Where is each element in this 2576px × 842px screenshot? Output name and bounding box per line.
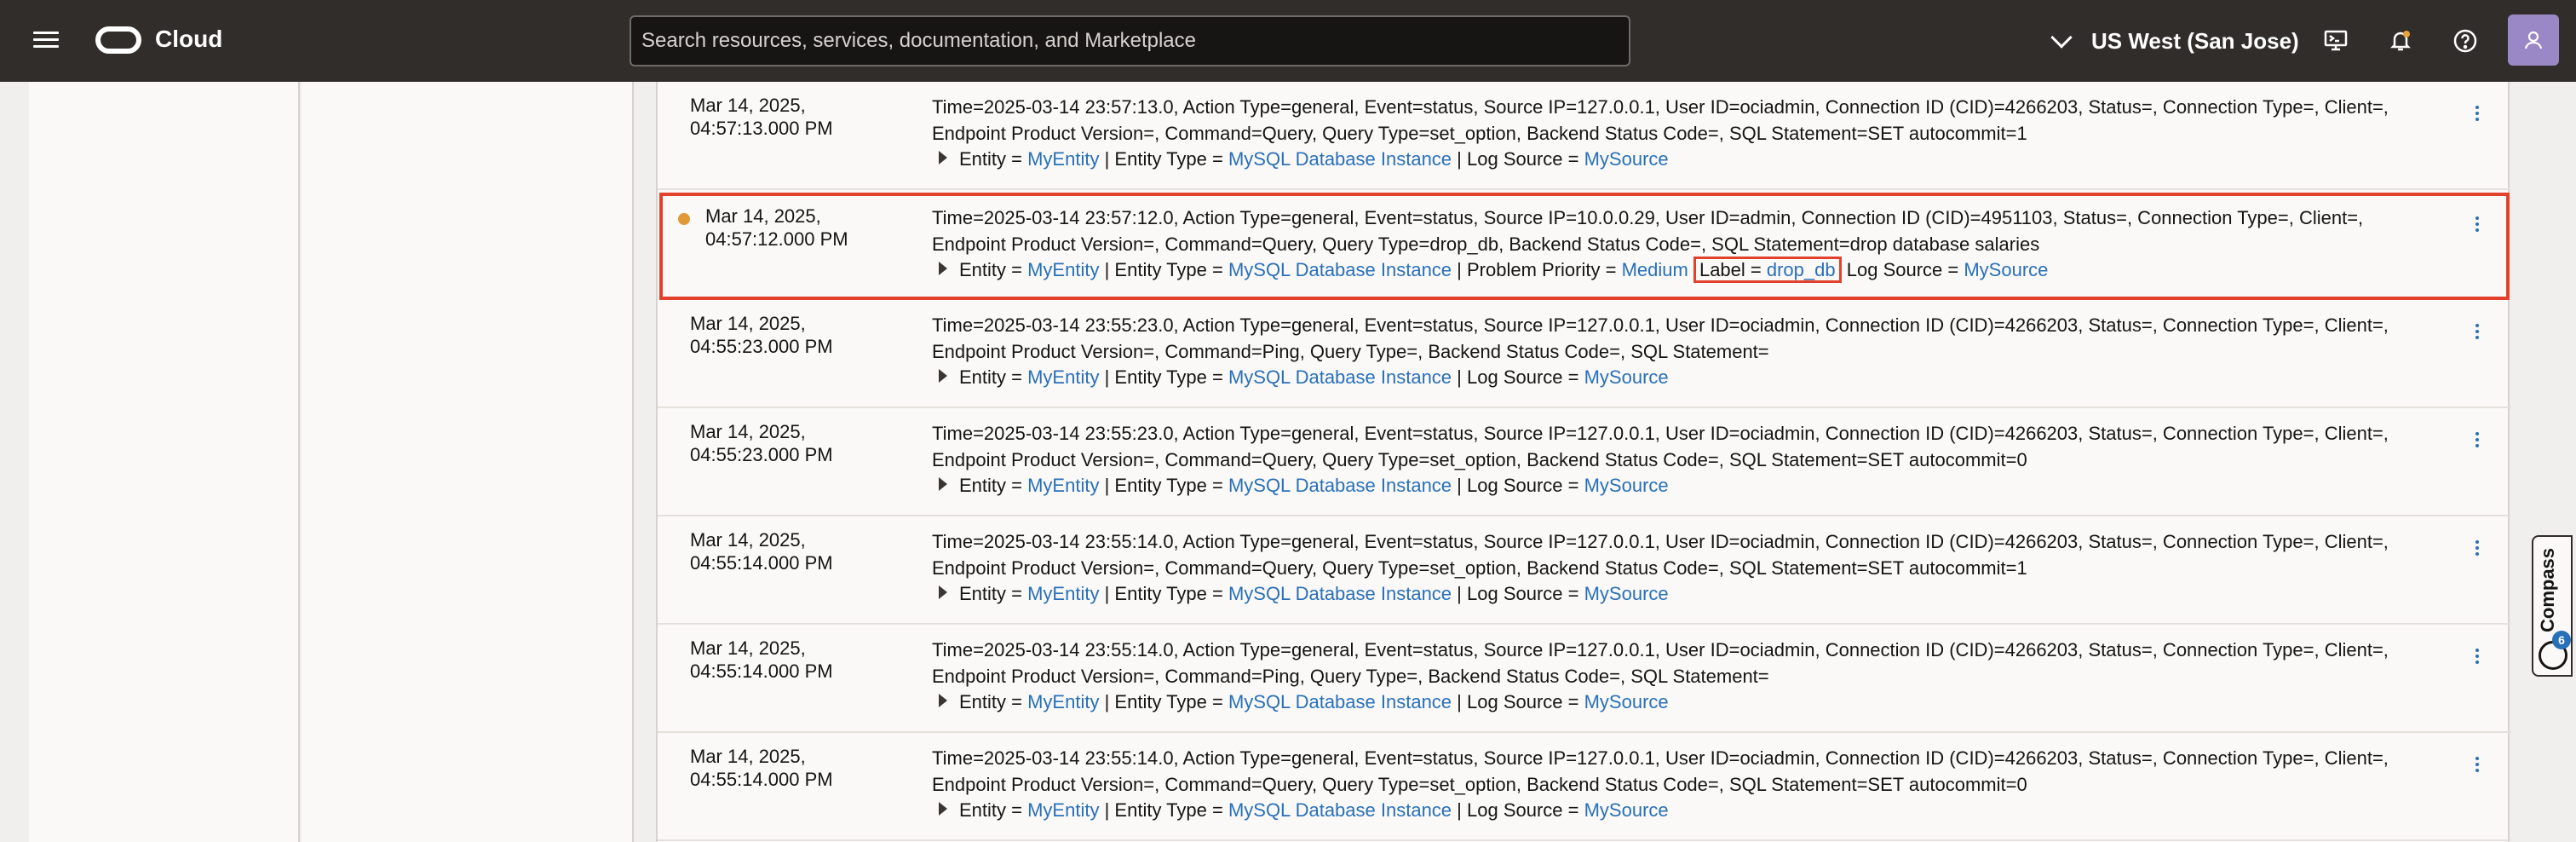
expand-caret-icon[interactable] [939, 262, 947, 275]
log-records-table: Mar 14, 2025, 04:57:13.000 PM Time=2025-0… [656, 82, 2511, 842]
row-actions-icon[interactable] [2472, 324, 2482, 348]
search-bar[interactable] [630, 15, 1630, 66]
oracle-logo[interactable] [95, 26, 141, 54]
entity-type-link[interactable]: MySQL Database Instance [1228, 259, 1452, 280]
log-message: Time=2025-03-14 23:55:23.0, Action Type=… [932, 423, 2389, 470]
record-time: Mar 14, 2025, 04:55:14.000 PM [690, 637, 833, 682]
record-fields: Entity = MyEntity | Entity Type = MySQL … [939, 798, 1669, 823]
compass-tab[interactable]: Compass 6 [2532, 535, 2573, 677]
table-row[interactable]: Mar 14, 2025, 04:57:13.000 PM Time=2025-0… [658, 82, 2511, 190]
entity-type-link[interactable]: MySQL Database Instance [1228, 366, 1452, 388]
label-highlight-box: Label = drop_db [1693, 257, 1842, 283]
chevron-down-icon [2050, 26, 2073, 49]
entity-link[interactable]: MyEntity [1027, 799, 1099, 821]
row-actions-icon[interactable] [2472, 432, 2482, 456]
record-time: Mar 14, 2025, 04:55:14.000 PM [690, 529, 833, 574]
log-source-link[interactable]: MySource [1584, 691, 1669, 712]
log-message: Time=2025-03-14 23:55:14.0, Action Type=… [932, 531, 2389, 579]
entity-type-link[interactable]: MySQL Database Instance [1228, 148, 1452, 170]
label-link[interactable]: drop_db [1767, 259, 1836, 280]
log-source-link[interactable]: MySource [1584, 799, 1669, 821]
entity-link[interactable]: MyEntity [1027, 259, 1099, 280]
log-message: Time=2025-03-14 23:57:13.0, Action Type=… [932, 96, 2389, 144]
log-source-link[interactable]: MySource [1964, 259, 2048, 280]
table-row-highlighted[interactable]: Mar 14, 2025, 04:57:12.000 PM Time=2025-0… [659, 193, 2510, 300]
entity-link[interactable]: MyEntity [1027, 691, 1099, 712]
entity-type-link[interactable]: MySQL Database Instance [1228, 583, 1452, 604]
log-message: Time=2025-03-14 23:55:14.0, Action Type=… [932, 639, 2389, 687]
expand-caret-icon[interactable] [939, 477, 947, 491]
entity-link[interactable]: MyEntity [1027, 366, 1099, 388]
record-fields: Entity = MyEntity | Entity Type = MySQL … [939, 147, 1669, 172]
entity-link[interactable]: MyEntity [1027, 475, 1099, 496]
log-source-link[interactable]: MySource [1584, 583, 1669, 604]
log-source-link[interactable]: MySource [1584, 475, 1669, 496]
menu-icon[interactable] [31, 28, 61, 54]
expand-caret-icon[interactable] [939, 369, 947, 383]
log-source-link[interactable]: MySource [1584, 148, 1669, 170]
problem-priority-dot-icon [678, 213, 690, 225]
brand-name[interactable]: Cloud [155, 26, 222, 53]
record-time: Mar 14, 2025, 04:55:14.000 PM [690, 746, 833, 790]
table-row[interactable]: Mar 14, 2025, 04:55:14.000 PM Time=2025-0… [658, 516, 2511, 625]
middle-panel [302, 82, 632, 842]
user-icon [2524, 31, 2543, 49]
row-actions-icon[interactable] [2472, 106, 2482, 130]
row-actions-icon[interactable] [2472, 757, 2482, 781]
table-row[interactable]: Mar 14, 2025, 04:55:14.000 PM Time=2025-0… [658, 625, 2511, 733]
problem-priority-link[interactable]: Medium [1622, 259, 1688, 280]
record-fields: Entity = MyEntity | Entity Type = MySQL … [939, 689, 1669, 715]
left-panel [29, 82, 300, 842]
record-fields: Entity = MyEntity | Entity Type = MySQL … [939, 365, 1669, 390]
notifications-icon[interactable] [2385, 26, 2416, 56]
record-fields: Entity = MyEntity | Entity Type = MySQL … [939, 473, 1669, 499]
compass-badge: 6 [2552, 631, 2571, 649]
table-row[interactable]: Mar 14, 2025, 04:55:23.000 PM Time=2025-0… [658, 408, 2511, 516]
cloud-shell-icon[interactable] [2320, 26, 2351, 56]
record-time: Mar 14, 2025, 04:55:23.000 PM [690, 313, 833, 357]
log-message: Time=2025-03-14 23:55:14.0, Action Type=… [932, 747, 2389, 795]
record-fields: Entity = MyEntity | Entity Type = MySQL … [939, 257, 2048, 283]
record-time: Mar 14, 2025, 04:57:12.000 PM [705, 205, 848, 250]
row-actions-icon[interactable] [2472, 649, 2482, 672]
expand-caret-icon[interactable] [939, 802, 947, 816]
entity-type-link[interactable]: MySQL Database Instance [1228, 691, 1452, 712]
log-message: Time=2025-03-14 23:55:23.0, Action Type=… [932, 314, 2389, 362]
entity-link[interactable]: MyEntity [1027, 583, 1099, 604]
record-time: Mar 14, 2025, 04:55:23.000 PM [690, 421, 833, 465]
help-icon[interactable] [2450, 26, 2481, 56]
table-row[interactable]: Mar 14, 2025, 04:55:23.000 PM Time=2025-0… [658, 300, 2511, 408]
log-message: Time=2025-03-14 23:57:12.0, Action Type=… [932, 207, 2364, 255]
expand-caret-icon[interactable] [939, 694, 947, 707]
expand-caret-icon[interactable] [939, 585, 947, 599]
user-avatar[interactable] [2508, 14, 2559, 66]
right-margin [2511, 82, 2576, 842]
record-fields: Entity = MyEntity | Entity Type = MySQL … [939, 581, 1669, 607]
compass-label: Compass [2537, 547, 2558, 632]
entity-type-link[interactable]: MySQL Database Instance [1228, 475, 1452, 496]
log-source-link[interactable]: MySource [1584, 366, 1669, 388]
entity-link[interactable]: MyEntity [1027, 148, 1099, 170]
panel-divider [632, 82, 656, 842]
row-actions-icon[interactable] [2472, 540, 2482, 564]
region-label: US West (San Jose) [2091, 27, 2299, 54]
expand-caret-icon[interactable] [939, 151, 947, 164]
top-navigation-bar: Cloud US West (San Jose) [0, 0, 2576, 82]
record-time: Mar 14, 2025, 04:57:13.000 PM [690, 95, 833, 139]
entity-type-link[interactable]: MySQL Database Instance [1228, 799, 1452, 821]
region-selector[interactable]: US West (San Jose) [2049, 24, 2299, 58]
row-actions-icon[interactable] [2472, 216, 2482, 240]
search-input[interactable] [631, 17, 1629, 65]
table-row[interactable]: Mar 14, 2025, 04:55:14.000 PM Time=2025-0… [658, 733, 2511, 841]
